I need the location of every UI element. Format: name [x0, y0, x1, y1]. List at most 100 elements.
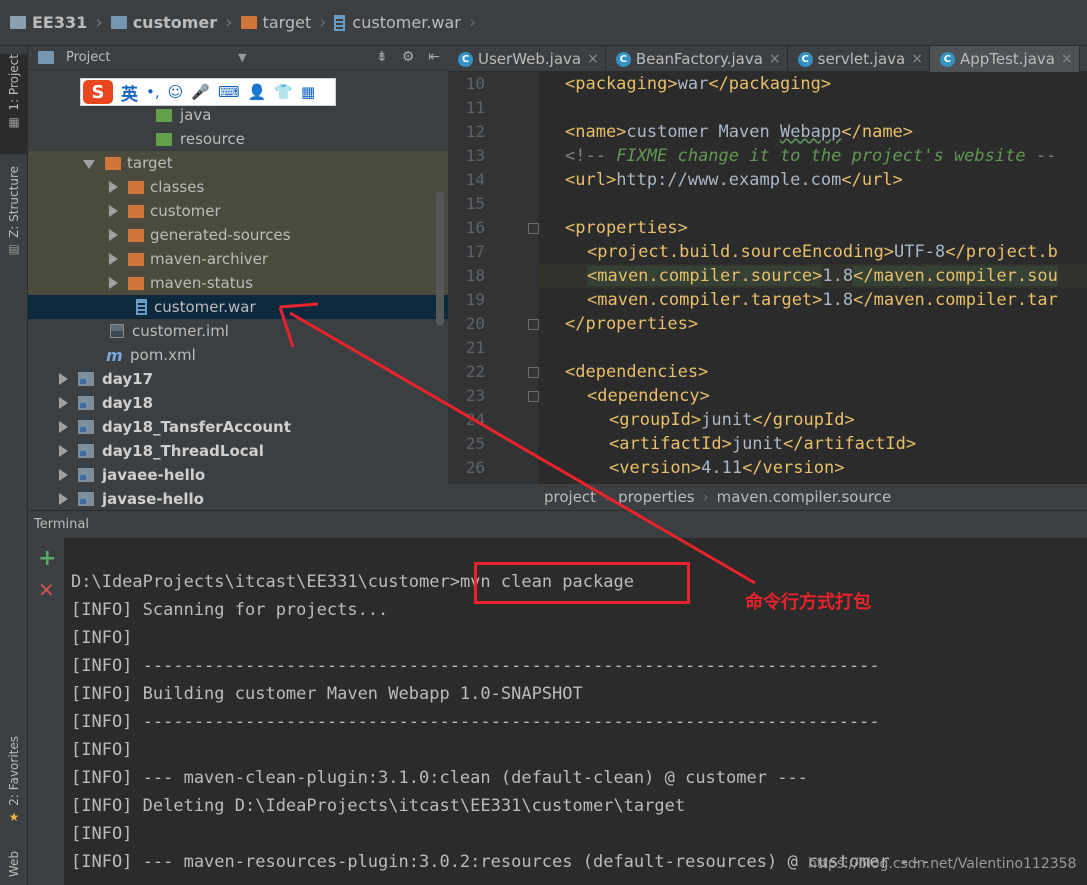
- breadcrumb-project[interactable]: project: [544, 488, 596, 506]
- line-number: 21: [465, 338, 485, 357]
- hide-panel-icon[interactable]: ⇤: [428, 49, 440, 65]
- chevron-right-icon[interactable]: [59, 493, 68, 505]
- emoji-icon[interactable]: ☺: [168, 83, 184, 101]
- chevron-right-icon[interactable]: [59, 373, 68, 385]
- xml-tag: <url>: [565, 170, 617, 190]
- fold-marker-icon[interactable]: [528, 367, 539, 378]
- terminal-line: [INFO] Scanning for projects...: [71, 600, 389, 620]
- tree-item-day18[interactable]: day18: [28, 391, 448, 415]
- close-icon[interactable]: ×: [587, 51, 599, 67]
- sogou-logo-icon[interactable]: S: [83, 80, 113, 104]
- collapse-all-icon[interactable]: ⇟: [376, 49, 388, 65]
- skin-shirt-icon[interactable]: 👕: [274, 83, 293, 101]
- line-number: 17: [465, 242, 485, 261]
- tree-item-day18-tansferaccount[interactable]: day18_TansferAccount: [28, 415, 448, 439]
- code-editor[interactable]: 10 11 12 13 14 15 16 17 18 19 20 21 22 2…: [448, 72, 1087, 484]
- chevron-right-icon[interactable]: [59, 469, 68, 481]
- xml-text: http://www.example.com: [616, 170, 842, 190]
- ime-punctuation-toggle[interactable]: •,: [146, 83, 160, 101]
- tree-item-label: day18_ThreadLocal: [102, 442, 264, 460]
- tree-item-label: day17: [102, 370, 154, 388]
- xml-tag: <project.build.sourceEncoding>: [587, 242, 895, 262]
- tree-item-maven-status[interactable]: maven-status: [28, 271, 448, 295]
- tool-tab-web[interactable]: Web: [0, 851, 28, 885]
- chevron-right-icon[interactable]: [109, 229, 118, 241]
- chevron-right-icon[interactable]: [59, 445, 68, 457]
- tab-servlet-java[interactable]: Cservlet.java ×: [788, 46, 930, 72]
- line-number: 16: [465, 218, 485, 237]
- xml-tag: </url>: [841, 170, 903, 190]
- tree-item-label: day18_TansferAccount: [102, 418, 291, 436]
- chevron-right-icon[interactable]: [109, 181, 118, 193]
- close-icon[interactable]: ×: [1061, 51, 1073, 67]
- chevron-right-icon[interactable]: [109, 205, 118, 217]
- tree-item-customer[interactable]: customer: [28, 199, 448, 223]
- tree-item-label: maven-archiver: [150, 250, 269, 268]
- tree-item-pom-xml[interactable]: m pom.xml: [28, 343, 448, 367]
- keyboard-icon[interactable]: ⌨: [218, 83, 240, 101]
- chevron-right-icon: ›: [604, 488, 611, 506]
- chevron-down-icon[interactable]: ▼: [238, 51, 246, 64]
- xml-tag: </properties>: [565, 314, 699, 334]
- tool-tab-project[interactable]: 1: Project ▦: [0, 54, 28, 154]
- code-line-24: <groupId>junit</groupId>: [609, 408, 855, 432]
- project-scrollbar[interactable]: [436, 191, 444, 326]
- code-line-25: <artifactId>junit</artifactId>: [609, 432, 916, 456]
- breadcrumb-maven-compiler-source[interactable]: maven.compiler.source: [717, 488, 892, 506]
- xml-text: Webapp: [779, 122, 842, 142]
- close-icon[interactable]: ×: [769, 51, 781, 67]
- tree-item-classes[interactable]: classes: [28, 175, 448, 199]
- tab-userweb-java[interactable]: C UserWeb.java ×: [448, 46, 606, 72]
- tab-apptest-java[interactable]: C AppTest.java ×: [929, 46, 1080, 72]
- user-icon[interactable]: 👤: [248, 83, 267, 101]
- folder-icon: [128, 276, 144, 290]
- grid-menu-icon[interactable]: ▦: [301, 83, 315, 101]
- tree-item-resource[interactable]: resource: [28, 127, 448, 151]
- chevron-right-icon[interactable]: [109, 277, 118, 289]
- code-line-18: <maven.compiler.source>1.8</maven.compil…: [538, 264, 1087, 288]
- fold-marker-icon[interactable]: [528, 319, 539, 330]
- breadcrumb-target[interactable]: target ›: [240, 0, 335, 45]
- fold-marker-icon[interactable]: [528, 391, 539, 402]
- plus-icon[interactable]: +: [38, 546, 56, 571]
- folder-icon: [128, 252, 144, 266]
- editor-breadcrumb: project › properties › maven.compiler.sour…: [448, 484, 1087, 510]
- fold-marker-icon[interactable]: [528, 223, 539, 234]
- breadcrumb-label: EE331: [32, 13, 88, 32]
- chevron-right-icon[interactable]: [109, 253, 118, 265]
- tree-item-customer-war[interactable]: customer.war: [28, 295, 448, 319]
- tree-item-day17[interactable]: day17: [28, 367, 448, 391]
- tab-beanfactory-java[interactable]: C BeanFactory.java ×: [606, 46, 788, 72]
- breadcrumb-customer-war[interactable]: customer.war ›: [334, 0, 484, 45]
- tree-item-javaee-hello[interactable]: javaee-hello: [28, 463, 448, 487]
- terminal-prompt: D:\IdeaProjects\itcast\EE331\customer>: [71, 572, 460, 592]
- microphone-icon[interactable]: 🎤: [191, 83, 210, 101]
- tree-item-customer-iml[interactable]: customer.iml: [28, 319, 448, 343]
- close-icon[interactable]: ✕: [38, 578, 55, 602]
- code-line-17: <project.build.sourceEncoding>UTF-8</pro…: [587, 240, 1058, 264]
- tree-item-target[interactable]: target: [28, 151, 448, 175]
- tree-item-generated-sources[interactable]: generated-sources: [28, 223, 448, 247]
- tree-item-javase-hello[interactable]: javase-hello: [28, 487, 448, 510]
- tool-tab-structure[interactable]: Z: Structure ▤: [0, 166, 28, 266]
- project-panel-title[interactable]: Project: [66, 50, 110, 65]
- tree-item-maven-archiver[interactable]: maven-archiver: [28, 247, 448, 271]
- java-class-icon: C: [939, 51, 955, 67]
- line-number: 22: [465, 362, 485, 381]
- tree-item-day18-threadlocal[interactable]: day18_ThreadLocal: [28, 439, 448, 463]
- iml-file-icon: [110, 324, 124, 338]
- ime-toolbar: S 英 •, ☺ 🎤 ⌨ 👤 👕 ▦: [80, 78, 336, 106]
- chevron-right-icon[interactable]: [59, 397, 68, 409]
- close-icon[interactable]: ×: [911, 51, 923, 67]
- ime-language-toggle[interactable]: 英: [121, 80, 138, 105]
- breadcrumb-customer[interactable]: customer ›: [110, 0, 241, 45]
- chevron-right-icon[interactable]: [59, 421, 68, 433]
- terminal-title[interactable]: Terminal: [34, 517, 89, 532]
- xml-tag: <packaging>: [565, 74, 678, 94]
- tool-tab-favorites[interactable]: 2: Favorites ★: [0, 736, 28, 836]
- breadcrumb-properties[interactable]: properties: [618, 488, 695, 506]
- chevron-down-icon[interactable]: [83, 160, 95, 169]
- gear-icon[interactable]: ⚙: [402, 49, 415, 65]
- tree-item-java[interactable]: java: [28, 103, 448, 127]
- breadcrumb-ee331[interactable]: EE331 ›: [10, 0, 111, 45]
